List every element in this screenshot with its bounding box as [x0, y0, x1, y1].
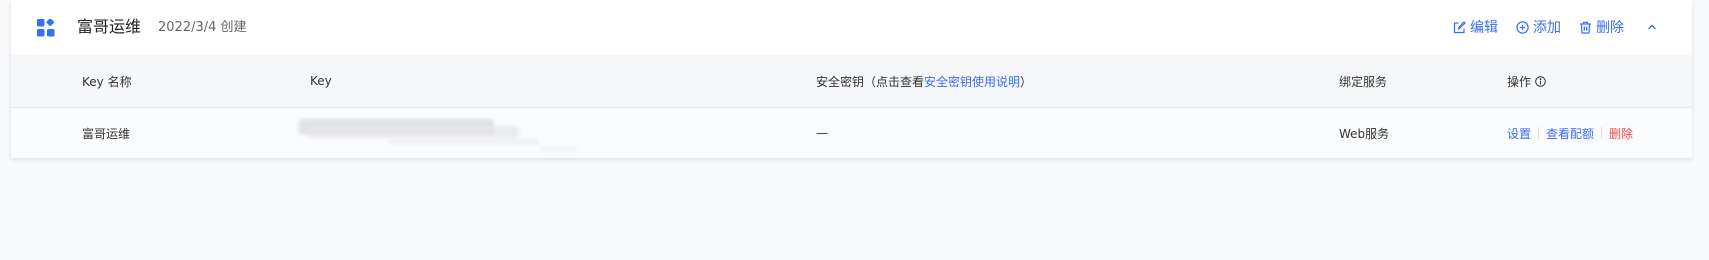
row-secret: — — [816, 126, 828, 140]
col-secret-suffix: ） — [1020, 74, 1033, 89]
delete-button[interactable]: 删除 — [1579, 17, 1624, 37]
redacted-key — [299, 116, 619, 154]
view-quota-link[interactable]: 查看配额 — [1546, 125, 1594, 142]
settings-link[interactable]: 设置 — [1507, 125, 1531, 142]
card-header: 富哥运维 2022/3/4 创建 编辑 添加 删除 — [11, 0, 1692, 55]
delete-row-link[interactable]: 删除 — [1609, 125, 1633, 142]
col-key: Key — [310, 74, 332, 88]
col-secret-prefix: 安全密钥（点击查看 — [816, 74, 925, 89]
add-circle-icon — [1516, 20, 1529, 34]
col-operations: 操作 — [1507, 55, 1546, 107]
row-key-name: 富哥运维 — [82, 126, 131, 141]
col-key-name: Key 名称 — [82, 74, 132, 89]
col-operations-label: 操作 — [1507, 74, 1532, 89]
table-row: 富哥运维 — Web服务 设置 查看配额 删除 — [11, 108, 1692, 158]
secret-usage-link[interactable]: 安全密钥使用说明 — [924, 73, 1020, 90]
divider — [1601, 127, 1603, 139]
key-card: 富哥运维 2022/3/4 创建 编辑 添加 删除 Key 名称 Key 安全密… — [11, 0, 1692, 158]
app-name: 富哥运维 — [77, 17, 142, 36]
edit-button[interactable]: 编辑 — [1453, 17, 1498, 37]
col-secret: 安全密钥（点击查看 安全密钥使用说明） — [816, 55, 1032, 107]
row-bound-service: Web服务 — [1339, 126, 1390, 141]
header-actions: 编辑 添加 删除 — [1453, 16, 1658, 38]
collapse-button[interactable] — [1646, 21, 1658, 33]
edit-icon — [1453, 20, 1466, 34]
info-icon[interactable] — [1535, 75, 1546, 87]
col-bound-service: 绑定服务 — [1339, 74, 1388, 89]
add-label: 添加 — [1533, 20, 1561, 36]
row-actions: 设置 查看配额 删除 — [1507, 108, 1633, 158]
chevron-up-icon — [1646, 21, 1658, 33]
trash-icon — [1579, 21, 1592, 34]
divider — [1538, 127, 1540, 139]
delete-label: 删除 — [1596, 20, 1624, 36]
add-button[interactable]: 添加 — [1516, 17, 1561, 37]
created-date: 2022/3/4 创建 — [158, 20, 247, 35]
edit-label: 编辑 — [1470, 20, 1498, 36]
app-grid-icon — [37, 18, 55, 37]
table-header: Key 名称 Key 安全密钥（点击查看 安全密钥使用说明） 绑定服务 操作 — [11, 55, 1692, 108]
